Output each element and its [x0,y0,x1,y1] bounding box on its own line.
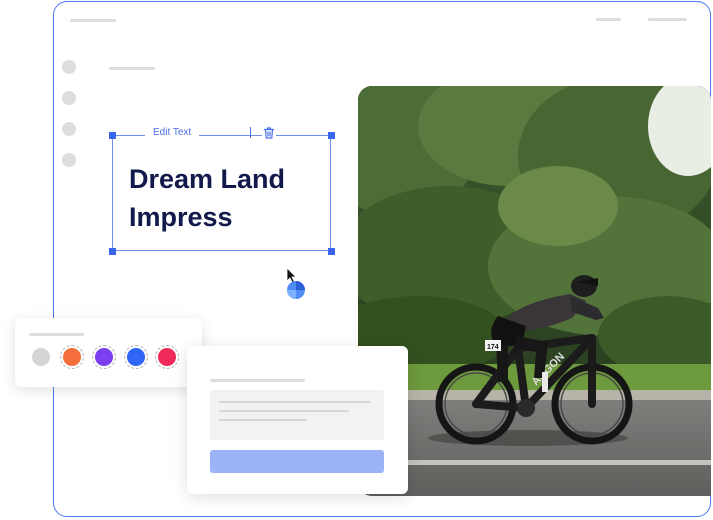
color-swatch-blue[interactable] [124,345,148,369]
cyclist-photo[interactable]: ARGON 174 [358,86,711,496]
menu-placeholder-2 [648,18,687,21]
svg-text:174: 174 [487,344,499,351]
sidebar-dot-1[interactable] [62,60,76,74]
headline-line-2: Impress [129,202,233,232]
color-palette-panel [15,318,202,387]
sidebar-dot-3[interactable] [62,122,76,136]
title-placeholder [70,19,116,22]
resize-handle-bottom-right[interactable] [328,248,335,255]
palette-title-placeholder [29,333,84,336]
resize-handle-bottom-left[interactable] [109,248,116,255]
headline-text[interactable]: Dream Land Impress [129,160,329,236]
section-placeholder [109,67,155,70]
text-area-placeholder[interactable] [210,390,384,440]
edit-text-label[interactable]: Edit Text [145,126,200,140]
sidebar-dot-2[interactable] [62,91,76,105]
sidebar-dot-4[interactable] [62,153,76,167]
color-swatch-red[interactable] [155,345,179,369]
color-swatch-gray[interactable] [32,348,50,366]
trash-icon[interactable] [262,126,276,140]
resize-handle-top-left[interactable] [109,132,116,139]
headline-line-1: Dream Land [129,164,286,194]
text-line-1 [219,401,371,403]
mouse-cursor-icon [286,267,308,306]
submit-button[interactable] [210,450,384,473]
text-line-2 [219,410,349,412]
color-swatch-orange[interactable] [60,345,84,369]
resize-handle-top-right[interactable] [328,132,335,139]
menu-placeholder-1 [596,18,621,21]
card-title-placeholder [210,379,305,382]
text-line-3 [219,419,307,421]
form-card [187,346,408,494]
toolbar-divider [250,127,251,138]
color-swatch-purple[interactable] [92,345,116,369]
